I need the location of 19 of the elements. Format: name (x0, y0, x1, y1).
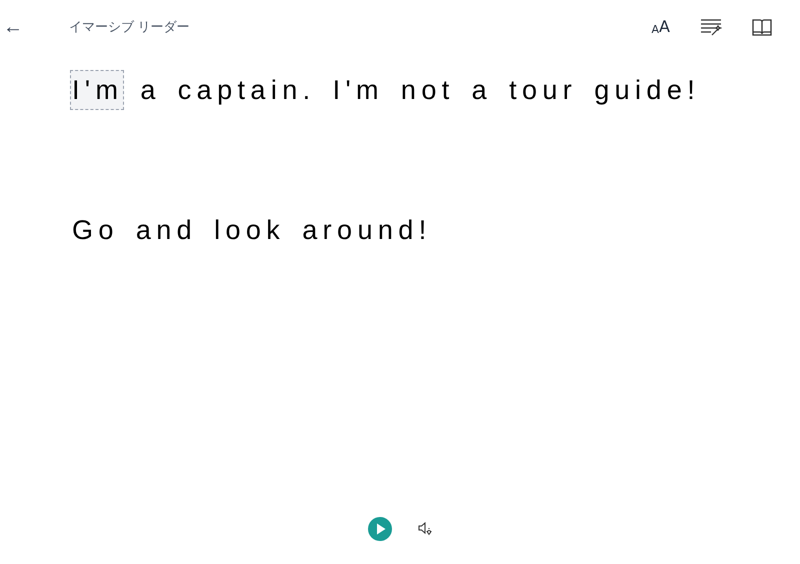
word[interactable]: around! (300, 210, 433, 250)
word[interactable]: look (212, 210, 286, 250)
word[interactable]: a (470, 70, 494, 110)
word[interactable]: tour (507, 70, 578, 110)
word[interactable]: not (398, 70, 456, 110)
word[interactable]: I'm (70, 70, 124, 110)
text-size-button[interactable]: AA (652, 19, 670, 35)
play-button[interactable] (368, 517, 392, 541)
word[interactable]: and (134, 210, 198, 250)
back-button[interactable]: ← (3, 17, 23, 37)
word[interactable]: Go (70, 210, 120, 250)
app-title: イマーシブ リーダー (69, 18, 190, 36)
grammar-options-icon[interactable] (700, 18, 722, 36)
word[interactable]: I'm (330, 70, 385, 110)
word[interactable]: a (138, 70, 162, 110)
word[interactable]: captain. (176, 70, 317, 110)
book-icon[interactable] (752, 18, 772, 36)
voice-settings-icon[interactable] (418, 522, 432, 536)
word[interactable]: guide! (592, 70, 702, 110)
